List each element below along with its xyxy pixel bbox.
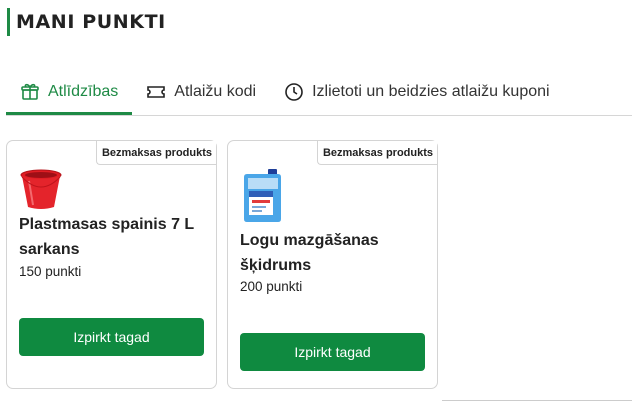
clock-icon: [284, 82, 304, 102]
product-card: Bezmaksas produkts Plastmasas spainis 7 …: [6, 140, 217, 389]
free-product-badge: Bezmaksas produkts: [95, 141, 216, 165]
page-title-container: MANI PUNKTI: [7, 8, 166, 36]
free-product-badge: Bezmaksas produkts: [316, 141, 437, 165]
product-points: 150 punkti: [19, 264, 82, 279]
product-image-red-bucket: [19, 167, 63, 211]
tab-label: Atlīdzības: [48, 82, 119, 100]
product-name: Plastmasas spainis 7 L sarkans: [19, 216, 194, 258]
product-points: 200 punkti: [240, 279, 303, 294]
tab-used-expired-coupons[interactable]: Izlietoti un beidzies atlaižu kuponi: [270, 71, 563, 113]
product-name: Logu mazgāšanas šķidrums: [240, 232, 379, 274]
redeem-now-button[interactable]: Izpirkt tagad: [19, 318, 204, 356]
product-card: Bezmaksas produkts Logu mazgāšanas šķidr…: [227, 140, 438, 389]
redeem-now-button[interactable]: Izpirkt tagad: [240, 333, 425, 371]
tab-rewards[interactable]: Atlīdzības: [6, 71, 133, 115]
tab-label: Izlietoti un beidzies atlaižu kuponi: [312, 83, 550, 100]
ticket-icon: [146, 82, 166, 102]
product-image-washer-fluid: [240, 167, 284, 223]
page-title: MANI PUNKTI: [16, 11, 166, 33]
tab-discount-codes[interactable]: Atlaižu kodi: [132, 71, 270, 113]
divider: [442, 400, 632, 401]
tab-label: Atlaižu kodi: [174, 83, 257, 100]
gift-icon: [20, 82, 40, 102]
tab-bar: Atlīdzības Atlaižu kodi Izlietoti un bei…: [6, 71, 632, 116]
